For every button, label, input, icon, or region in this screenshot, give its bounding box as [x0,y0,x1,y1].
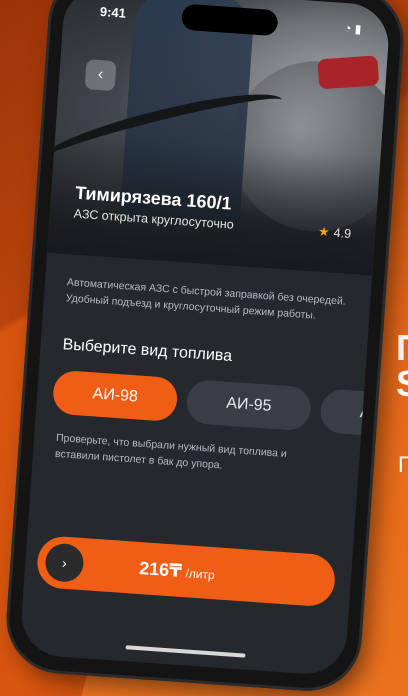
wifi-icon: ◔ [343,20,352,36]
price: 216₸/литр [139,558,216,584]
home-indicator [125,645,246,658]
fuel-heading: Выберите вид топлива [62,336,233,365]
fuel-option-ai98[interactable]: АИ-98 [51,369,179,423]
status-icons: ◔ ▮ [344,21,362,36]
car-taillight [317,55,380,90]
price-unit: /литр [185,565,216,582]
promo-subtext: П [398,452,408,477]
promo-line-2: S [396,366,408,402]
fuel-hint: Проверьте, что выбрали нужный вид топлив… [54,431,288,472]
promo-line-1: П [396,330,408,366]
battery-icon: ▮ [354,21,362,37]
status-time: 9:41 [99,3,127,21]
pay-slider-button[interactable]: › 216₸/литр [35,534,337,608]
app-screen: 9:41 ◔ ▮ ‹ Тимирязева 160/1 АЗС открыта … [18,0,392,677]
chevron-right-icon[interactable]: › [44,542,85,584]
star-icon: ★ [317,223,331,240]
rating-value: 4.9 [333,225,352,241]
fuel-options: АИ-98 АИ-95 АИ-92 [51,369,392,441]
fuel-option-ai95[interactable]: АИ-95 [185,378,313,432]
chevron-left-icon: ‹ [97,65,104,84]
station-rating: ★ 4.9 [318,224,352,242]
back-button[interactable]: ‹ [84,59,117,92]
station-description: Автоматическая АЗС с быстрой заправкой б… [65,276,347,322]
price-value: 216₸ [138,557,183,581]
phone-mockup: 9:41 ◔ ▮ ‹ Тимирязева 160/1 АЗС открыта … [6,0,404,692]
promo-text: П S [396,330,408,402]
